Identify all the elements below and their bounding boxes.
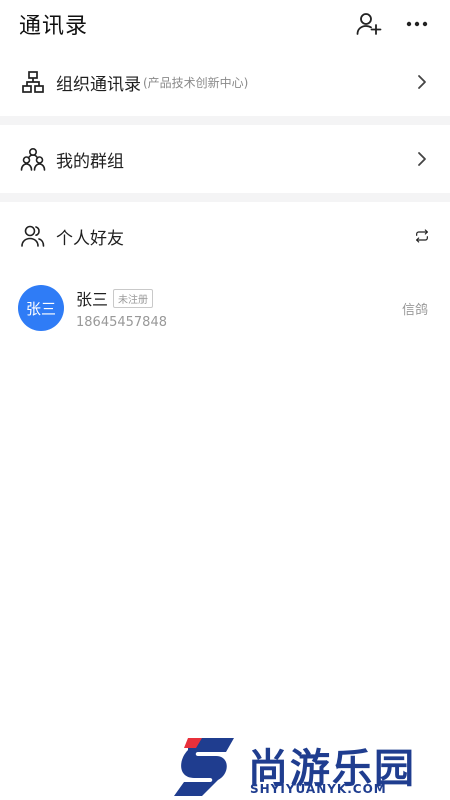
contact-source-tag: 信鸽	[401, 302, 428, 318]
add-contact-button[interactable]	[354, 9, 384, 39]
more-horizontal-icon	[406, 21, 428, 27]
contact-item[interactable]: 张三 张三 未注册 18645457848 信鸽	[0, 274, 450, 342]
more-button[interactable]	[402, 9, 432, 39]
page-title: 通讯录	[19, 14, 89, 39]
person-add-icon	[356, 13, 382, 35]
org-directory-row[interactable]: 组织通讯录 (产品技术创新中心)	[0, 48, 450, 116]
top-bar: 通讯录	[0, 0, 450, 48]
chevron-right-icon	[414, 74, 430, 90]
watermark-url: SHYIYUANYK.COM	[250, 782, 387, 796]
personal-friends-label: 个人好友	[56, 228, 124, 249]
avatar: 张三	[18, 285, 64, 331]
contact-info: 张三 未注册 18645457848	[76, 286, 402, 330]
site-watermark: 尚游乐园 SHYIYUANYK.COM	[170, 734, 450, 800]
brand-logo	[174, 738, 234, 796]
people-icon	[20, 223, 46, 249]
group-icon	[20, 146, 46, 172]
org-chart-icon	[20, 69, 46, 95]
contact-phone: 18645457848	[76, 315, 167, 330]
section-divider	[0, 193, 450, 202]
unregistered-badge: 未注册	[113, 288, 154, 308]
personal-friends-row: 个人好友	[0, 202, 450, 270]
section-divider	[0, 116, 450, 125]
my-groups-row[interactable]: 我的群组	[0, 125, 450, 193]
org-name: (产品技术创新中心)	[143, 75, 249, 90]
org-directory-label: 组织通讯录	[56, 74, 141, 95]
contact-name: 张三	[76, 290, 109, 309]
my-groups-label: 我的群组	[56, 151, 124, 172]
sync-button[interactable]	[414, 228, 430, 244]
sync-icon	[416, 229, 428, 243]
chevron-right-icon	[414, 151, 430, 167]
